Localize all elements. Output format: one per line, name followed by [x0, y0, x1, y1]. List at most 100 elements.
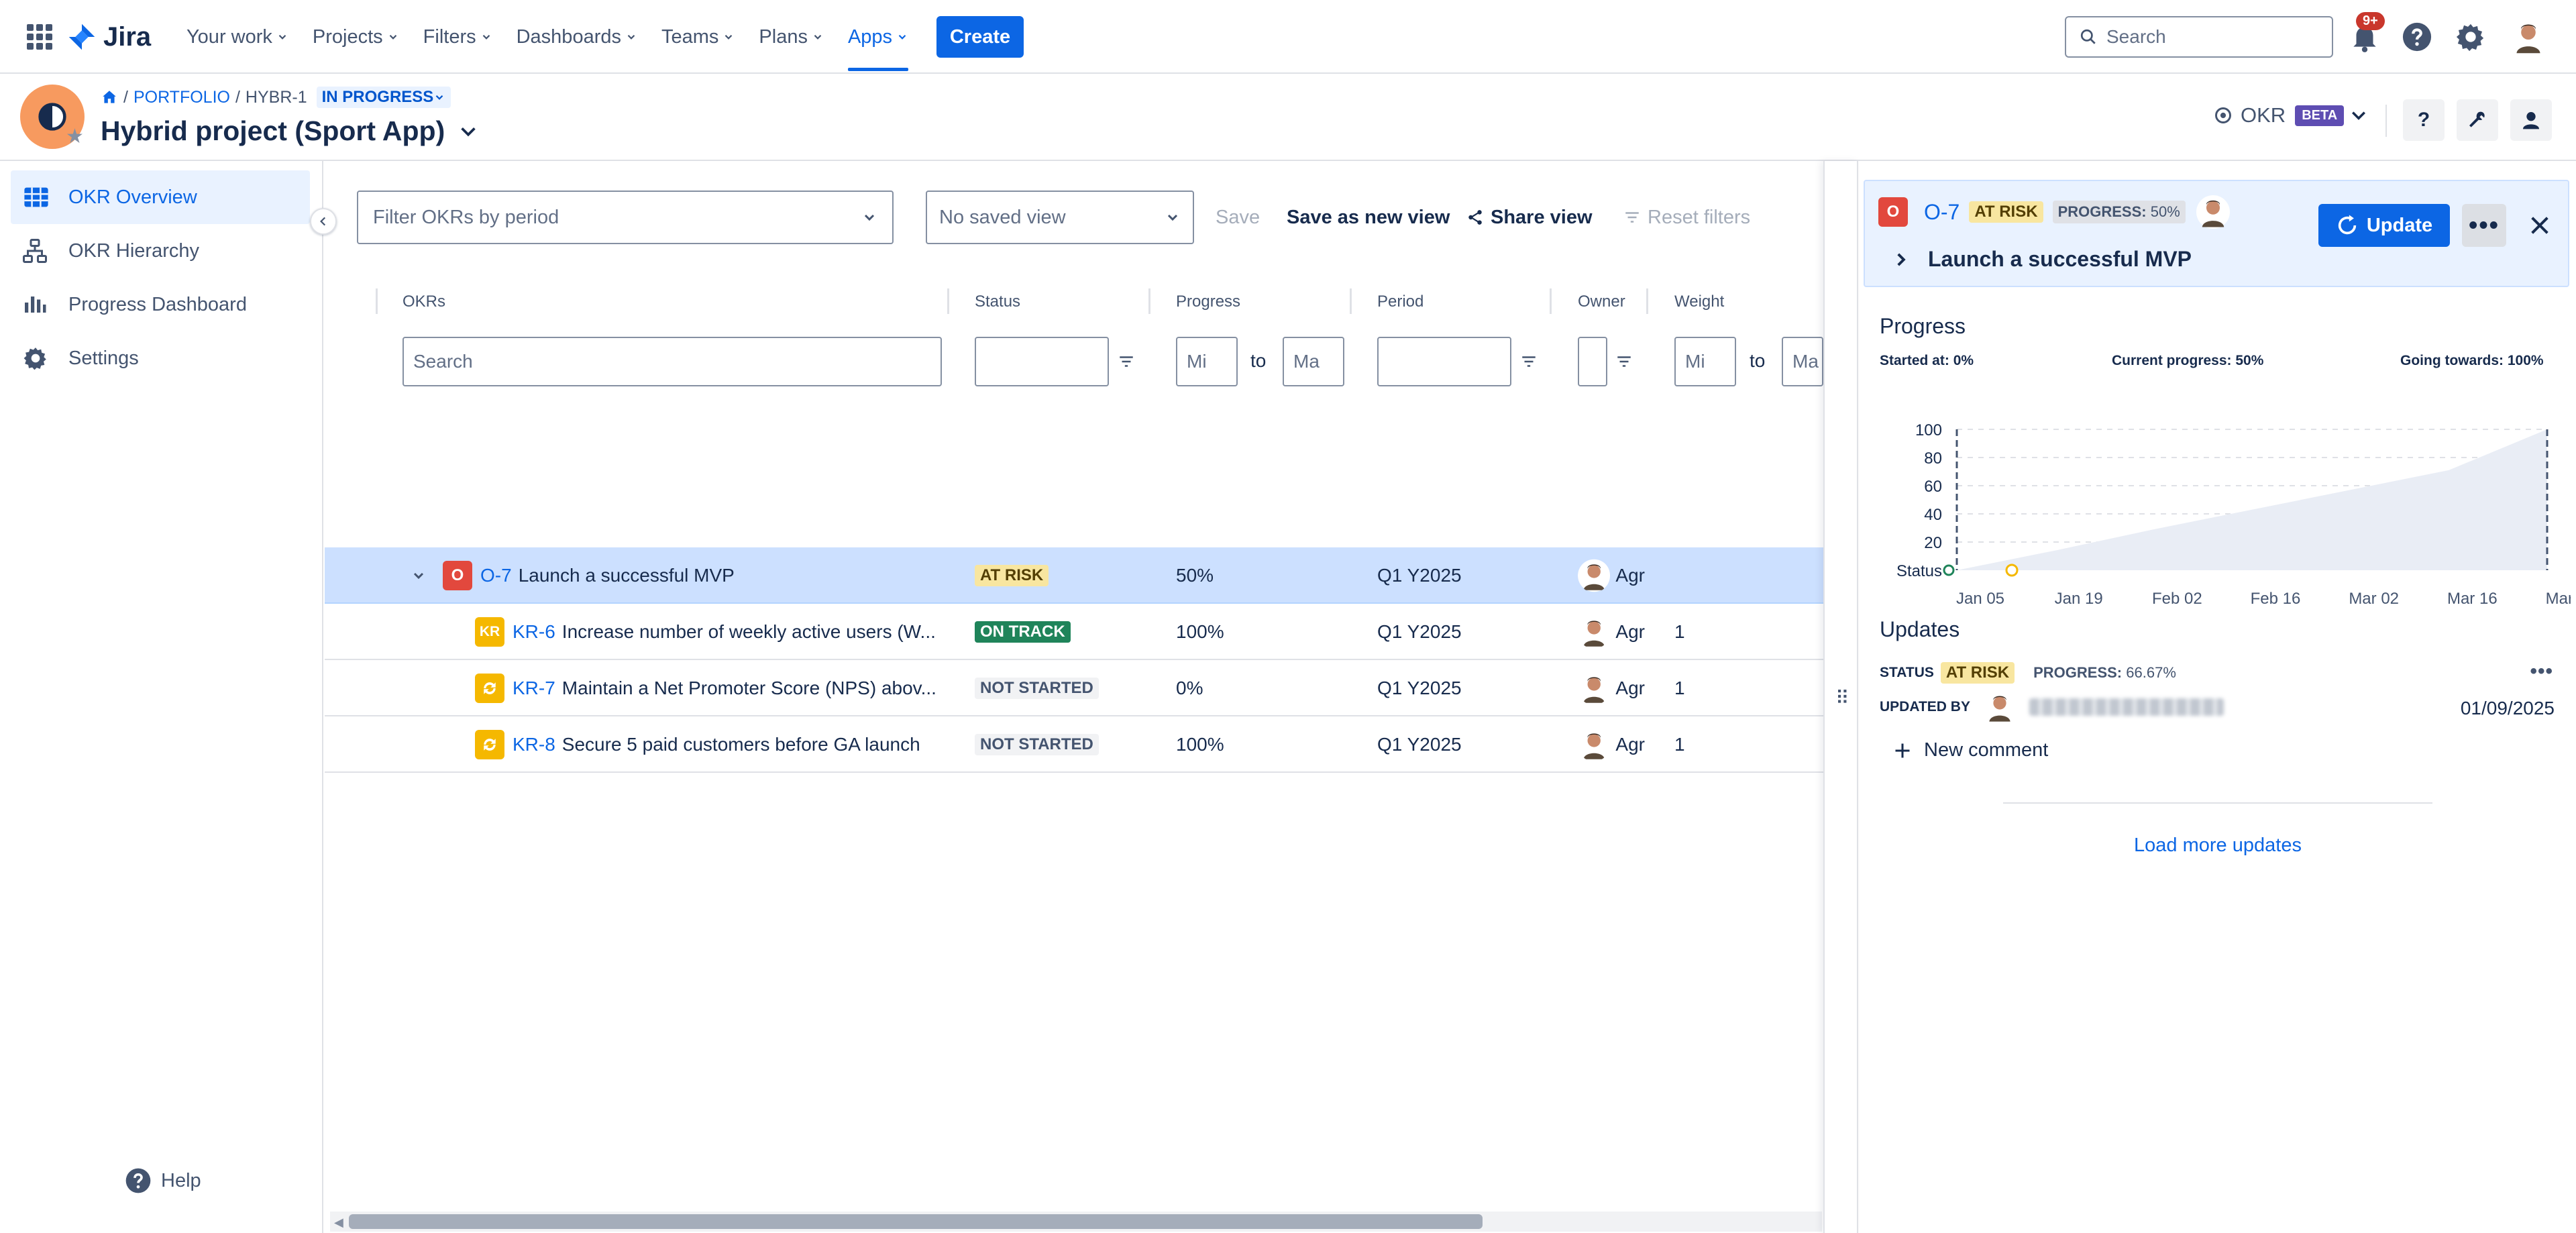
panel-status-lozenge[interactable]: AT RISK — [1969, 201, 2043, 223]
period-filter-select[interactable]: Filter OKRs by period — [357, 191, 894, 244]
owner-cell[interactable]: Agr — [1578, 716, 1645, 773]
sidebar-help-link[interactable]: Help — [125, 1167, 201, 1194]
filter-lines-icon[interactable] — [1520, 353, 1538, 370]
breadcrumb-issue-key[interactable]: HYBR-1 — [246, 88, 307, 107]
nav-dashboards[interactable]: Dashboards — [517, 19, 637, 55]
drag-handle-icon[interactable]: ⠿ — [1835, 687, 1849, 709]
okr-key-link[interactable]: KR-8 — [513, 734, 555, 755]
current-progress-meta: Current progress: 50% — [2112, 353, 2263, 369]
sidebar: OKR Overview OKR Hierarchy Progress Dash… — [0, 161, 337, 1233]
status-cell[interactable]: AT RISK — [975, 547, 1049, 604]
column-header-weight[interactable]: Weight — [1674, 292, 1724, 311]
column-header-status[interactable]: Status — [975, 292, 1020, 311]
okr-title[interactable]: Secure 5 paid customers before GA launch — [562, 734, 920, 755]
owner-avatar[interactable] — [2196, 195, 2230, 229]
status-filter-select[interactable] — [975, 337, 1109, 386]
period-column-filter-select[interactable] — [1377, 337, 1511, 386]
sidebar-item-progress-dashboard[interactable]: Progress Dashboard — [11, 278, 310, 331]
star-icon[interactable]: ★ — [66, 125, 84, 148]
owner-cell[interactable]: Agr — [1578, 547, 1645, 604]
objective-icon: O — [1878, 197, 1908, 227]
panel-okr-title[interactable]: Launch a successful MVP — [1892, 247, 2192, 272]
column-header-progress[interactable]: Progress — [1176, 292, 1240, 311]
update-button[interactable]: Update — [2318, 204, 2450, 247]
okr-help-button[interactable]: ? — [2403, 99, 2445, 141]
nav-projects[interactable]: Projects — [313, 19, 399, 55]
chevron-down-icon — [814, 34, 822, 40]
create-button[interactable]: Create — [936, 16, 1024, 58]
nav-dashboards-label: Dashboards — [516, 25, 621, 48]
okr-key-link[interactable]: KR-7 — [513, 678, 555, 699]
nav-filters[interactable]: Filters — [423, 19, 492, 55]
status-cell[interactable]: NOT STARTED — [975, 660, 1099, 716]
help-icon[interactable] — [2402, 21, 2432, 52]
nav-your-work[interactable]: Your work — [186, 19, 288, 55]
horizontal-scrollbar[interactable]: ◀ — [330, 1212, 1822, 1232]
okr-app-switcher[interactable]: OKR BETA — [2214, 103, 2368, 127]
load-more-updates-link[interactable]: Load more updates — [1860, 835, 2576, 857]
okr-title[interactable]: Maintain a Net Promoter Score (NPS) abov… — [562, 678, 936, 699]
chevron-down-icon — [725, 34, 733, 40]
sidebar-item-okr-overview[interactable]: OKR Overview — [11, 170, 310, 224]
going-value: 100% — [2507, 353, 2544, 368]
collapse-row-toggle[interactable] — [411, 547, 427, 604]
panel-okr-key-link[interactable]: O-7 — [1924, 200, 1960, 225]
table-row[interactable]: KR-8 Secure 5 paid customers before GA l… — [325, 716, 1823, 773]
panel-header-row: O O-7 AT RISK PROGRESS: 50% — [1878, 192, 2230, 232]
status-cell[interactable]: ON TRACK — [975, 604, 1071, 660]
table-row[interactable]: O O-7 Launch a successful MVP AT RISK 50… — [325, 547, 1823, 604]
save-button[interactable]: Save — [1216, 191, 1260, 244]
reset-filters-button[interactable]: Reset filters — [1623, 191, 1750, 244]
owner-filter-select[interactable] — [1578, 337, 1607, 386]
filter-lines-icon[interactable] — [1615, 353, 1633, 370]
user-avatar[interactable] — [2510, 19, 2546, 55]
okr-tools-button[interactable] — [2457, 99, 2498, 141]
table-row[interactable]: KR-7 Maintain a Net Promoter Score (NPS)… — [325, 660, 1823, 716]
okr-title[interactable]: Launch a successful MVP — [519, 565, 735, 586]
gear-icon — [23, 345, 55, 371]
breadcrumb-portfolio[interactable]: PORTFOLIO — [133, 88, 230, 107]
search-input[interactable]: Search — [2065, 16, 2333, 58]
progress-max-input[interactable]: Ma — [1283, 337, 1344, 386]
home-icon[interactable] — [101, 89, 118, 106]
owner-cell[interactable]: Agr — [1578, 604, 1645, 660]
period-cell: Q1 Y2025 — [1377, 621, 1462, 642]
okr-title[interactable]: Increase number of weekly active users (… — [562, 621, 936, 643]
share-view-button[interactable]: Share view — [1466, 191, 1593, 244]
period-filter-placeholder: Filter OKRs by period — [373, 206, 559, 228]
progress-min-input[interactable]: Mi — [1176, 337, 1238, 386]
settings-gear-icon[interactable] — [2455, 21, 2486, 52]
jira-logo[interactable]: Jira — [67, 19, 151, 55]
table-row[interactable]: KR KR-6 Increase number of weekly active… — [325, 604, 1823, 660]
share-view-label: Share view — [1491, 206, 1593, 228]
okr-profile-button[interactable] — [2510, 99, 2552, 141]
nav-apps[interactable]: Apps — [847, 19, 909, 71]
column-header-owner[interactable]: Owner — [1578, 292, 1625, 311]
okr-search-input[interactable]: Search — [402, 337, 942, 386]
weight-min-input[interactable]: Mi — [1674, 337, 1736, 386]
nav-plans[interactable]: Plans — [759, 19, 824, 55]
scrollbar-thumb[interactable] — [349, 1214, 1483, 1229]
okr-key-link[interactable]: KR-6 — [513, 621, 555, 643]
chevron-down-icon[interactable] — [458, 121, 478, 142]
nav-teams[interactable]: Teams — [661, 19, 735, 55]
column-header-okrs[interactable]: OKRs — [402, 292, 445, 311]
save-as-new-view-button[interactable]: Save as new view — [1287, 191, 1450, 244]
scroll-left-icon[interactable]: ◀ — [334, 1216, 343, 1230]
sidebar-item-okr-hierarchy[interactable]: OKR Hierarchy — [11, 224, 310, 278]
okr-key-link[interactable]: O-7 — [480, 565, 512, 586]
close-panel-button[interactable] — [2522, 208, 2557, 243]
weight-max-input[interactable]: Ma — [1782, 337, 1823, 386]
status-cell[interactable]: NOT STARTED — [975, 716, 1099, 773]
issue-status-dropdown[interactable]: IN PROGRESS — [316, 87, 451, 108]
update-more-actions-icon[interactable]: ••• — [2530, 660, 2553, 683]
more-actions-button[interactable]: ••• — [2462, 204, 2506, 247]
sidebar-item-settings[interactable]: Settings — [11, 331, 310, 385]
saved-view-select[interactable]: No saved view — [926, 191, 1194, 244]
app-switcher-icon[interactable] — [27, 24, 52, 50]
filter-lines-icon[interactable] — [1118, 353, 1135, 370]
new-comment-button[interactable]: New comment — [1893, 739, 2048, 761]
owner-cell[interactable]: Agr — [1578, 660, 1645, 716]
search-placeholder: Search — [2106, 26, 2166, 47]
column-header-period[interactable]: Period — [1377, 292, 1424, 311]
